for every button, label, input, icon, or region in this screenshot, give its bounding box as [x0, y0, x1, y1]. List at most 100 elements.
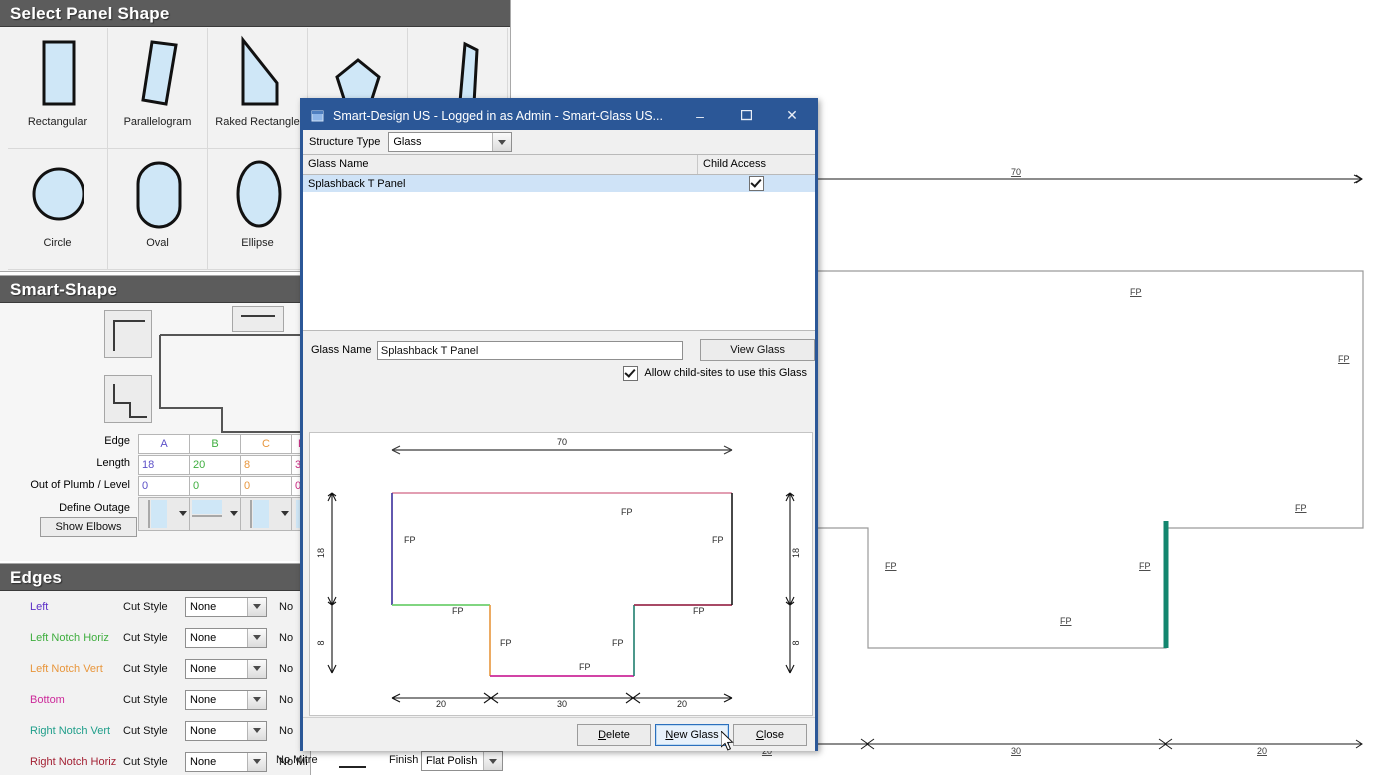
maximize-button[interactable] [723, 101, 769, 130]
glass-name-input[interactable]: Splashback T Panel [377, 341, 683, 360]
bg-fp-label: FP [1130, 287, 1142, 297]
circle-shape-icon [32, 155, 84, 233]
outage-select-c[interactable] [240, 497, 292, 531]
dialog-title-bar[interactable]: Smart-Design US - Logged in as Admin - S… [303, 101, 815, 130]
smart-shape-title: Smart-Shape [0, 276, 310, 303]
delete-mnemonic: D [598, 729, 606, 741]
close-button[interactable]: ✕ [769, 101, 815, 130]
shape-option-ellipse[interactable]: Ellipse [208, 149, 308, 270]
edges-body: Left Cut Style None No Left Notch Horiz … [0, 591, 310, 775]
cut-style-select[interactable]: None [185, 752, 267, 772]
cut-style-select[interactable]: None [185, 597, 267, 617]
show-elbows-button[interactable]: Show Elbows [40, 517, 137, 537]
cut-style-label: Cut Style [123, 601, 185, 613]
glass-name-cell: Splashback T Panel [303, 178, 698, 190]
rectangle-shape-icon [32, 34, 84, 112]
preview-bottom-dimension: 20 [677, 699, 687, 709]
chevron-down-icon[interactable] [247, 722, 266, 740]
cut-style-select[interactable]: None [185, 628, 267, 648]
corner-shape-icon [105, 311, 151, 357]
shape-option-parallelogram[interactable]: Parallelogram [108, 28, 208, 149]
chevron-down-icon[interactable] [247, 691, 266, 709]
shape-option-circle[interactable]: Circle [8, 149, 108, 270]
finish-select[interactable]: Flat Polish [421, 751, 503, 771]
mitre-value: No [279, 694, 293, 706]
shape-option-oval[interactable]: Oval [108, 149, 208, 270]
plumb-row: 0 0 0 0 [138, 475, 312, 496]
chevron-down-icon [281, 511, 289, 516]
delete-button[interactable]: Delete [577, 724, 651, 746]
chevron-down-icon[interactable] [492, 133, 511, 151]
allow-child-checkbox[interactable] [623, 366, 638, 381]
shape-option-label: Raked Rectangle [215, 116, 299, 128]
glass-name-column-header: Glass Name [303, 155, 698, 174]
bg-fp-label: FP [1060, 616, 1072, 626]
edge-label: Right Notch Horiz [30, 756, 123, 768]
dialog-title: Smart-Design US - Logged in as Admin - S… [333, 109, 677, 123]
edge-label: Bottom [30, 694, 123, 706]
bg-fp-label: FP [885, 561, 897, 571]
glass-table-header: Glass Name Child Access [303, 154, 815, 175]
corner-shape-button[interactable] [104, 310, 152, 358]
new-glass-mnemonic: N [665, 729, 673, 741]
child-access-checkbox[interactable] [749, 176, 764, 191]
glass-name-row: Glass Name Splashback T Panel View Glass [303, 337, 815, 363]
minimize-button[interactable]: – [677, 101, 723, 130]
cut-style-select[interactable]: None [185, 690, 267, 710]
structure-type-select[interactable]: Glass [388, 132, 512, 152]
preview-left-dimension-bottom: 8 [316, 640, 326, 645]
cut-style-select[interactable]: None [185, 721, 267, 741]
cut-style-value: None [186, 601, 247, 613]
chevron-down-icon[interactable] [247, 660, 266, 678]
edge-label: Left Notch Horiz [30, 632, 123, 644]
length-input-b[interactable]: 20 [189, 455, 241, 475]
child-access-column-header: Child Access [698, 155, 815, 174]
delete-label-rest: elete [606, 729, 630, 741]
smart-shape-body: Edge Length Out of Plumb / Level Define … [0, 303, 310, 561]
plumb-input-b[interactable]: 0 [189, 476, 241, 496]
close-dialog-button[interactable]: Close [733, 724, 807, 746]
shape-option-label: Oval [146, 237, 169, 249]
straight-shape-button[interactable] [232, 306, 284, 332]
raked-rectangle-shape-icon [232, 34, 284, 112]
outage-select-b[interactable] [189, 497, 241, 531]
shape-option-rectangular[interactable]: Rectangular [8, 28, 108, 149]
chevron-down-icon[interactable] [247, 629, 266, 647]
glass-table-body[interactable]: Splashback T Panel [303, 175, 815, 331]
length-input-c[interactable]: 8 [240, 455, 292, 475]
edge-col-c-header: C [240, 434, 292, 454]
finish-label: Finish [389, 754, 418, 766]
shape-option-label: Parallelogram [124, 116, 192, 128]
notch-shape-button[interactable] [104, 375, 152, 423]
outage-vertical-icon [139, 498, 173, 530]
new-glass-button[interactable]: New Glass [655, 724, 729, 746]
bg-bottom-dimension: 20 [1257, 746, 1267, 756]
length-input-a[interactable]: 18 [138, 455, 190, 475]
smart-shape-preview [155, 330, 315, 435]
parallelogram-shape-icon [132, 34, 184, 112]
view-glass-button[interactable]: View Glass [700, 339, 815, 361]
allow-child-label: Allow child-sites to use this Glass [644, 367, 807, 379]
outage-select-a[interactable] [138, 497, 190, 531]
structure-type-label: Structure Type [309, 136, 380, 148]
plumb-input-a[interactable]: 0 [138, 476, 190, 496]
table-row[interactable]: Splashback T Panel [303, 175, 815, 192]
cut-style-select[interactable]: None [185, 659, 267, 679]
preview-top-dimension: 70 [557, 437, 567, 447]
ellipse-shape-icon [232, 155, 284, 233]
cut-style-value: None [186, 756, 247, 768]
plumb-input-c[interactable]: 0 [240, 476, 292, 496]
edge-row-label: Edge [0, 435, 130, 447]
child-access-cell[interactable] [698, 176, 815, 191]
cut-style-value: None [186, 663, 247, 675]
dialog-body: Structure Type Glass Glass Name Child Ac… [303, 130, 815, 751]
chevron-down-icon[interactable] [483, 752, 502, 770]
chevron-down-icon[interactable] [247, 598, 266, 616]
maximize-icon [741, 110, 752, 121]
length-row: 18 20 8 3 [138, 454, 312, 475]
edge-table: A B C D 18 20 8 3 0 0 0 0 [138, 433, 312, 532]
bg-bottom-dimension: 30 [1011, 746, 1021, 756]
shape-option-raked-rectangle[interactable]: Raked Rectangle [208, 28, 308, 149]
edge-col-a-header: A [138, 434, 190, 454]
chevron-down-icon[interactable] [247, 753, 266, 771]
